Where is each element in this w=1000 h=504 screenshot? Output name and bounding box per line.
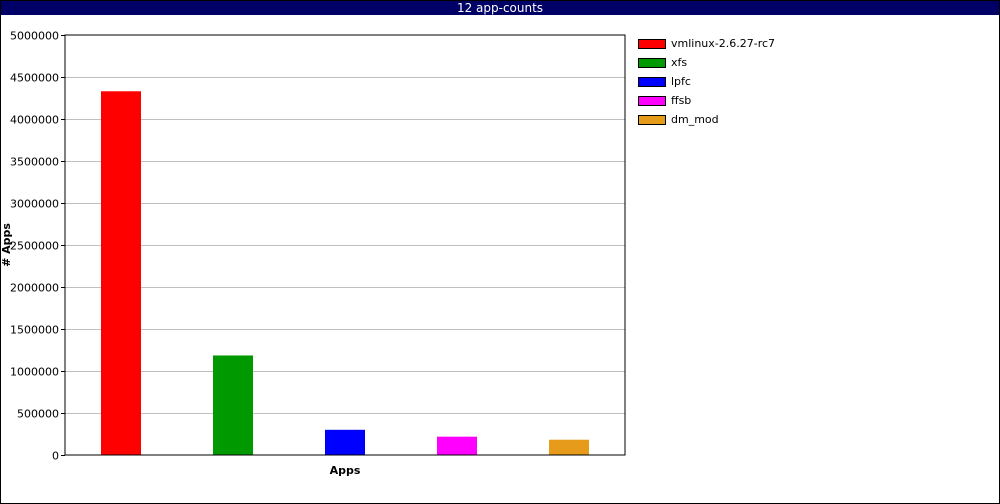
y-tick-label: 1000000 (10, 366, 59, 379)
y-tick-label: 3000000 (10, 198, 59, 211)
legend-label: vmlinux-2.6.27-rc7 (671, 37, 776, 50)
y-tick-label: 0 (52, 450, 59, 463)
y-tick-label: 1500000 (10, 324, 59, 337)
y-tick-label: 4000000 (10, 114, 59, 127)
bar-vmlinux-2-6-27-rc7 (101, 91, 141, 455)
y-tick-label: 3500000 (10, 156, 59, 169)
legend-swatch (638, 77, 666, 87)
gridlines (65, 77, 625, 414)
y-axis-title: # Apps (0, 223, 13, 267)
y-tick-label: 500000 (17, 408, 59, 421)
legend-label: lpfc (671, 75, 691, 88)
y-tick-label: 2500000 (10, 240, 59, 253)
bar-xfs (213, 355, 253, 455)
y-tick-label: 4500000 (10, 72, 59, 85)
legend-swatch (638, 115, 666, 125)
y-axis-ticks: 0 500000 1000000 1500000 2000000 2500000 30000… (10, 30, 65, 463)
bar-lpfc (325, 429, 365, 455)
y-tick-label: 2000000 (10, 282, 59, 295)
chart-canvas: 0 500000 1000000 1500000 2000000 2500000 30000… (0, 30, 626, 477)
y-tick-label: 5000000 (10, 30, 59, 43)
bars (101, 91, 589, 455)
legend-label: xfs (671, 56, 688, 69)
bar-ffsb (437, 436, 477, 455)
legend-swatch (638, 39, 666, 49)
x-axis-title: Apps (330, 464, 361, 477)
legend-label: ffsb (671, 94, 692, 107)
legend-swatch (638, 58, 666, 68)
legend-swatch (638, 96, 666, 106)
bar-dm-mod (549, 439, 589, 455)
legend-label: dm_mod (671, 113, 719, 126)
